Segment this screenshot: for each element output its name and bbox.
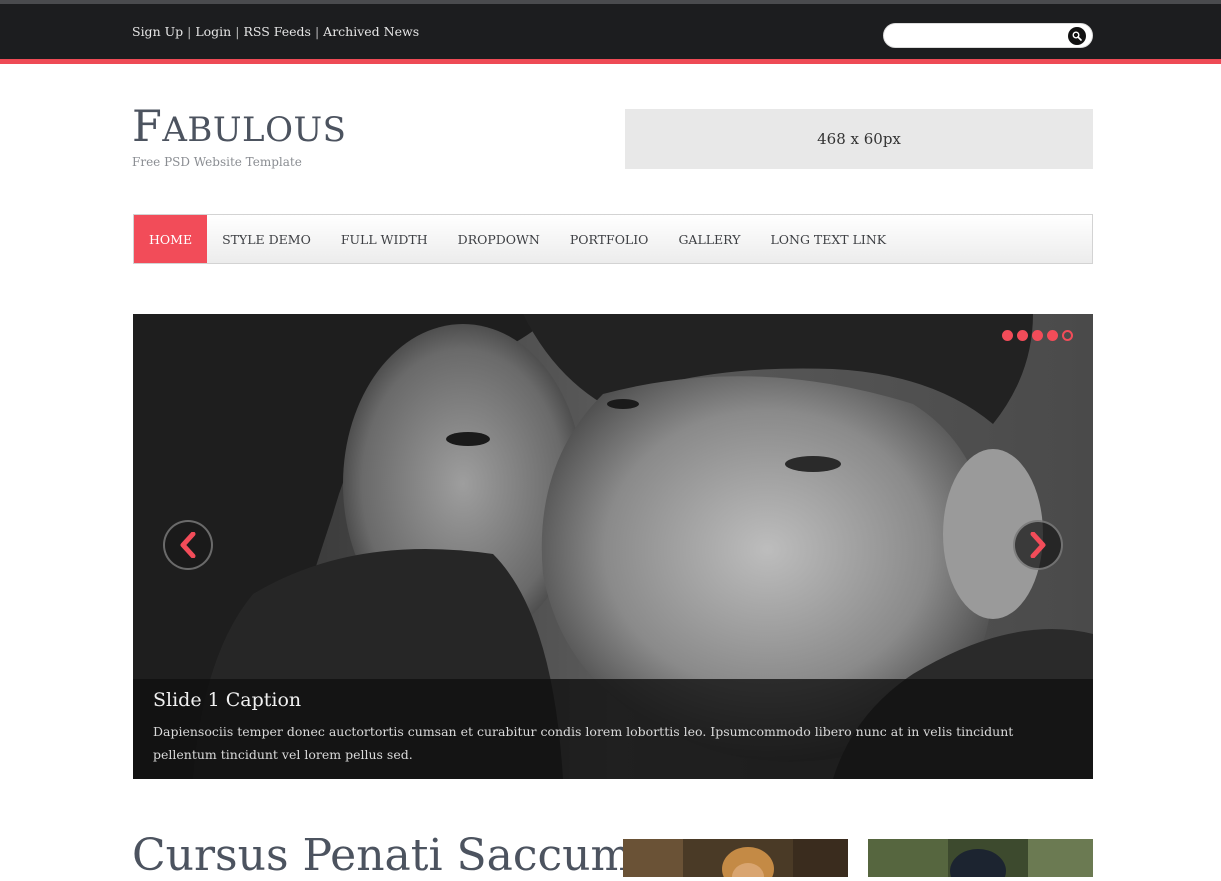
search-input[interactable] [894, 27, 1064, 45]
site-logo[interactable]: FABULOUS [132, 102, 346, 152]
ad-label: 468 x 60px [817, 130, 901, 148]
thumbnail-image[interactable] [623, 839, 848, 877]
slider-pagination [1002, 330, 1073, 341]
search-button[interactable] [1068, 27, 1086, 45]
signup-link[interactable]: Sign Up [132, 24, 183, 39]
accent-stripe [0, 59, 1221, 64]
main-nav: HOME STYLE DEMO FULL WIDTH DROPDOWN PORT… [133, 214, 1093, 264]
chevron-right-icon [1030, 532, 1046, 558]
top-bar: Sign Up | Login | RSS Feeds | Archived N… [0, 0, 1221, 59]
archived-news-link[interactable]: Archived News [323, 24, 419, 39]
thumbnail-photo [623, 839, 848, 877]
link-separator: | [235, 24, 240, 39]
ad-banner[interactable]: 468 x 60px [625, 109, 1093, 169]
slider-dot-active[interactable] [1062, 330, 1073, 341]
login-link[interactable]: Login [195, 24, 231, 39]
thumbnail-photo [868, 839, 1093, 877]
slide-caption: Slide 1 Caption Dapiensociis temper done… [133, 679, 1093, 779]
logo-initial: F [132, 102, 163, 152]
caption-title: Slide 1 Caption [153, 689, 302, 711]
slider-dot[interactable] [1047, 330, 1058, 341]
image-slider: Slide 1 Caption Dapiensociis temper done… [133, 314, 1093, 779]
nav-item-home[interactable]: HOME [134, 215, 208, 263]
top-links: Sign Up | Login | RSS Feeds | Archived N… [132, 24, 419, 39]
rss-feeds-link[interactable]: RSS Feeds [243, 24, 311, 39]
search-icon [1072, 31, 1082, 41]
slider-next-button[interactable] [1013, 520, 1063, 570]
nav-item-gallery[interactable]: GALLERY [663, 215, 755, 263]
nav-item-portfolio[interactable]: PORTFOLIO [555, 215, 664, 263]
search-box [883, 23, 1093, 48]
nav-item-dropdown[interactable]: DROPDOWN [443, 215, 555, 263]
chevron-left-icon [180, 532, 196, 558]
slider-prev-button[interactable] [163, 520, 213, 570]
link-separator: | [314, 24, 320, 39]
nav-item-style-demo[interactable]: STYLE DEMO [207, 215, 326, 263]
thumbnail-image[interactable] [868, 839, 1093, 877]
caption-text: Dapiensociis temper donec auctortortis c… [153, 724, 1014, 762]
nav-item-long-text-link[interactable]: LONG TEXT LINK [755, 215, 901, 263]
slider-dot[interactable] [1002, 330, 1013, 341]
logo-rest: ABULOUS [162, 110, 347, 150]
link-separator: | [187, 24, 192, 39]
site-tagline: Free PSD Website Template [132, 155, 302, 169]
slider-dot[interactable] [1032, 330, 1043, 341]
nav-item-full-width[interactable]: FULL WIDTH [326, 215, 443, 263]
slider-dot[interactable] [1017, 330, 1028, 341]
section-heading: Cursus Penati Saccum [132, 830, 633, 881]
